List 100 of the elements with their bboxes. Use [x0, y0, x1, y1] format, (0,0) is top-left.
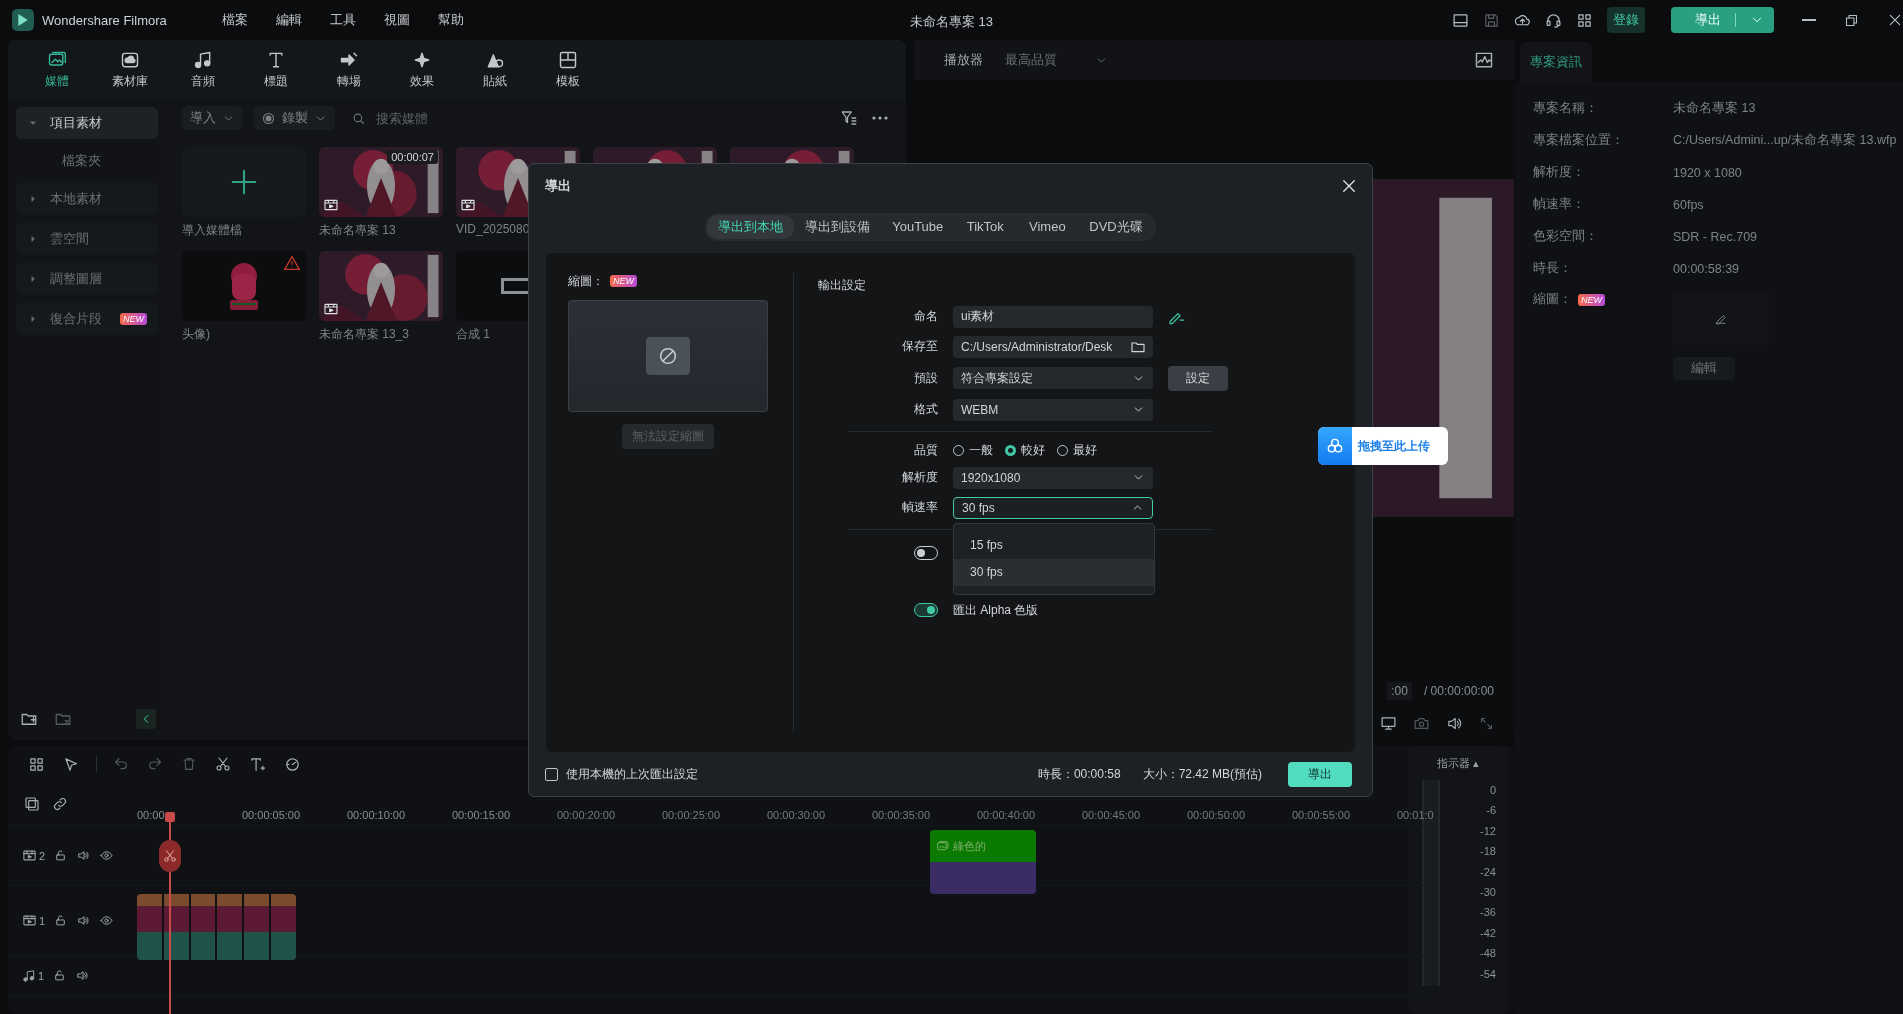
quality-dropdown[interactable]: 最高品質	[999, 51, 1114, 69]
plus-icon	[229, 167, 259, 197]
track-number: 1	[38, 969, 45, 982]
media-tab[interactable]: 效果	[385, 40, 458, 100]
quality-radio[interactable]: 最好	[1057, 441, 1097, 459]
settings-button[interactable]: 設定	[1168, 365, 1228, 391]
apps-button[interactable]	[1576, 11, 1593, 29]
meter-scale-label: -42	[1480, 925, 1496, 941]
export-tab[interactable]: 導出到設備	[794, 214, 882, 239]
export-tab[interactable]: YouTube	[881, 214, 955, 239]
info-value: 1920 x 1080	[1673, 165, 1743, 180]
scissors-marker[interactable]	[159, 840, 181, 872]
dropdown-option[interactable]: 30 fps	[954, 558, 1154, 586]
mute-button[interactable]	[76, 848, 92, 863]
more-icon	[872, 116, 888, 120]
ruler-label: 00:00:35:00	[872, 809, 932, 821]
record-dropdown[interactable]: 錄製	[253, 106, 335, 130]
eye-icon	[100, 849, 114, 862]
close-button[interactable]	[1887, 12, 1903, 28]
media-tab[interactable]: 貼紙	[458, 40, 531, 100]
player-title: 播放器	[944, 51, 983, 69]
quality-radio[interactable]: 一般	[953, 441, 993, 459]
menu-item[interactable]: 檔案	[221, 11, 248, 29]
media-thumbnail[interactable]	[182, 251, 306, 321]
info-label: 縮圖：	[1533, 291, 1572, 308]
resolution-dropdown[interactable]: 1920x1080	[953, 466, 1153, 489]
lock-icon	[54, 849, 68, 862]
info-label: 解析度：	[1533, 164, 1586, 181]
menu-item[interactable]: 幫助	[437, 11, 464, 29]
visibility-button[interactable]	[99, 913, 115, 928]
edit-button[interactable]: 編輯	[1673, 357, 1735, 380]
export-tab[interactable]: Vimeo	[1016, 214, 1079, 239]
new-badge: NEW	[610, 275, 637, 288]
menu-item[interactable]: 編輯	[275, 11, 302, 29]
sidebar-item[interactable]: 本地素材	[16, 183, 158, 215]
ruler-label: 00:00:05:00	[242, 809, 302, 821]
media-tab[interactable]: 模板	[531, 40, 604, 100]
format-dropdown[interactable]: WEBM	[953, 398, 1153, 421]
save-path-field[interactable]: C:/Users/Administrator/Desk	[953, 335, 1153, 358]
film-icon	[323, 197, 339, 213]
save-button[interactable]	[1483, 11, 1500, 29]
sidebar-item[interactable]: 雲空間	[16, 223, 158, 255]
dropdown-option[interactable]: 15 fps	[954, 531, 1154, 559]
media-tab[interactable]: 素材庫	[93, 40, 166, 100]
frame-rate-dropdown[interactable]: 30 fps	[953, 496, 1153, 519]
media-tab[interactable]: 媒體	[20, 40, 93, 100]
field-label: 解析度	[901, 469, 938, 487]
preset-dropdown[interactable]: 符合專案設定	[953, 367, 1153, 390]
media-label: 合成 1	[456, 326, 491, 343]
layout-button[interactable]	[1452, 11, 1469, 29]
media-tab[interactable]: 標題	[239, 40, 312, 100]
more-button[interactable]	[870, 114, 890, 122]
info-value: 00:00:58:39	[1673, 261, 1741, 276]
video-clip[interactable]	[137, 894, 296, 960]
toggle-switch[interactable]	[914, 603, 938, 618]
export-tab[interactable]: DVD光碟	[1078, 214, 1154, 239]
use-last-settings-checkbox[interactable]: 使用本機的上次匯出設定	[545, 765, 698, 783]
scissors-icon	[163, 849, 177, 863]
export-button[interactable]: 導出	[1288, 761, 1352, 787]
visibility-button[interactable]	[99, 848, 115, 863]
sidebar-item[interactable]: 調整圖層	[16, 263, 158, 295]
restore-button[interactable]	[1844, 12, 1859, 28]
name-field[interactable]: ui素材	[953, 305, 1153, 328]
login-button[interactable]: 登錄	[1607, 7, 1645, 33]
export-tab[interactable]: TikTok	[954, 214, 1017, 239]
undo-icon	[113, 756, 129, 772]
mute-button[interactable]	[76, 913, 92, 928]
track-number: 2	[39, 849, 46, 862]
meter-scale-label: -24	[1480, 864, 1496, 880]
music-note-icon	[22, 968, 36, 983]
meter-scale-label: -48	[1480, 946, 1496, 962]
duration-text: 時長：00:00:58	[1037, 765, 1121, 783]
sidebar-subitem[interactable]: 檔案夾	[16, 147, 158, 175]
new-badge: NEW	[120, 313, 147, 325]
sidebar-item[interactable]: 項目素材	[16, 107, 158, 139]
media-tab[interactable]: 轉場	[312, 40, 385, 100]
media-label: VID_2025080	[456, 222, 531, 236]
minimize-icon	[1802, 19, 1816, 21]
import-dropdown[interactable]: 導入	[182, 106, 243, 130]
mute-button[interactable]	[75, 968, 91, 983]
ruler-label: 00:00:45:00	[1082, 809, 1142, 821]
lock-icon	[54, 914, 68, 927]
menu-item[interactable]: 視圖	[383, 11, 410, 29]
menu-item[interactable]: 工具	[329, 11, 356, 29]
restore-icon	[1844, 12, 1859, 28]
upload-widget[interactable]: 拖拽至此上传	[1318, 427, 1448, 465]
ruler-label: 00:00:10:00	[347, 809, 407, 821]
media-label: 導入媒體檔	[182, 222, 243, 239]
meter-dropdown[interactable]: 指示器 ▴	[1436, 746, 1480, 780]
project-info-tab[interactable]: 專案資訊	[1520, 42, 1592, 82]
section-title: 輸出設定	[818, 276, 867, 294]
support-button[interactable]	[1545, 11, 1562, 29]
export-tab[interactable]: 導出到本地	[707, 214, 795, 239]
quality-radio[interactable]: 較好	[1005, 441, 1045, 459]
media-tab[interactable]: 音頻	[166, 40, 239, 100]
music-note-icon	[192, 50, 213, 70]
sidebar-item[interactable]: 復合片段 NEW	[16, 303, 158, 335]
search-field[interactable]: 搜索媒體	[376, 110, 516, 126]
film-icon	[22, 848, 37, 863]
cursor-icon	[63, 755, 80, 773]
